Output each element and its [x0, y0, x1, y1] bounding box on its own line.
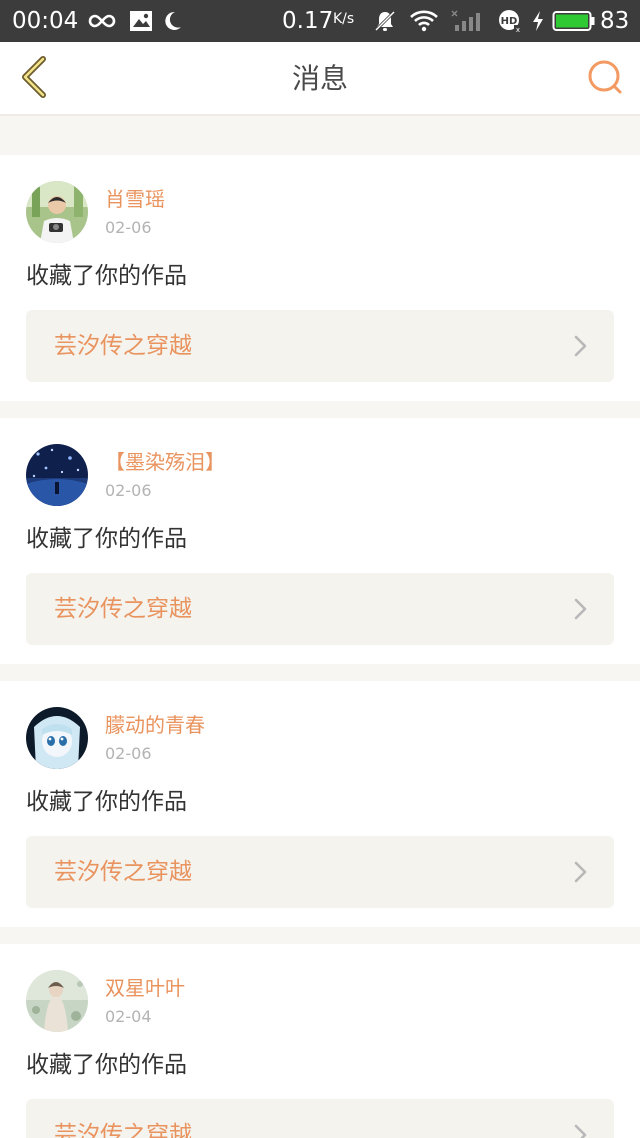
mute-bell-icon [372, 6, 398, 36]
chevron-right-icon [574, 1124, 588, 1138]
page-title: 消息 [291, 62, 348, 95]
avatar[interactable] [26, 444, 88, 506]
work-link[interactable]: 芸汐传之穿越 [26, 310, 614, 382]
wifi-icon [408, 6, 440, 36]
avatar[interactable] [26, 970, 88, 1032]
user-name[interactable]: 朦动的青春 [105, 712, 205, 738]
work-link[interactable]: 芸汐传之穿越 [26, 1099, 614, 1138]
user-name[interactable]: 双星叶叶 [105, 975, 185, 1001]
header-bar: 消息 [0, 42, 640, 116]
avatar[interactable] [26, 181, 88, 243]
work-link[interactable]: 芸汐传之穿越 [26, 573, 614, 645]
back-button[interactable] [14, 54, 54, 104]
message-text: 收藏了你的作品 [26, 526, 187, 552]
message-card: 【墨染殇泪】 02-06 收藏了你的作品 芸汐传之穿越 [0, 418, 640, 664]
search-button[interactable] [584, 58, 626, 100]
message-date: 02-06 [105, 744, 152, 763]
infinity-icon [86, 6, 118, 36]
message-card: 肖雪瑶 02-06 收藏了你的作品 芸汐传之穿越 [0, 155, 640, 401]
network-speed-unit: K/s [333, 11, 355, 27]
status-bar: 00:04 0.17 K/s HD x 83 [0, 0, 640, 42]
svg-text:x: x [516, 26, 520, 34]
message-text: 收藏了你的作品 [26, 263, 187, 289]
message-card: 双星叶叶 02-04 收藏了你的作品 芸汐传之穿越 [0, 944, 640, 1138]
battery-icon [552, 6, 596, 36]
chevron-right-icon [574, 861, 588, 883]
user-name[interactable]: 肖雪瑶 [105, 186, 165, 212]
message-text: 收藏了你的作品 [26, 1052, 187, 1078]
avatar[interactable] [26, 707, 88, 769]
search-icon [586, 58, 624, 100]
work-title: 芸汐传之穿越 [54, 1122, 192, 1138]
work-title: 芸汐传之穿越 [54, 859, 192, 885]
hd-icon: HD x [496, 6, 524, 36]
battery-level: 83 [600, 8, 630, 34]
work-title: 芸汐传之穿越 [54, 333, 192, 359]
message-date: 02-06 [105, 218, 152, 237]
message-date: 02-06 [105, 481, 152, 500]
message-card: 朦动的青春 02-06 收藏了你的作品 芸汐传之穿越 [0, 681, 640, 927]
chevron-right-icon [574, 335, 588, 357]
chevron-right-icon [574, 598, 588, 620]
image-icon [128, 6, 154, 36]
status-time: 00:04 [12, 8, 79, 34]
moon-icon [160, 6, 184, 36]
charging-icon [530, 6, 546, 36]
user-name[interactable]: 【墨染殇泪】 [105, 449, 225, 475]
signal-icon [450, 6, 486, 36]
work-title: 芸汐传之穿越 [54, 596, 192, 622]
chevron-left-icon [17, 55, 51, 103]
message-date: 02-04 [105, 1007, 152, 1026]
network-speed: 0.17 [282, 8, 334, 34]
message-text: 收藏了你的作品 [26, 789, 187, 815]
work-link[interactable]: 芸汐传之穿越 [26, 836, 614, 908]
